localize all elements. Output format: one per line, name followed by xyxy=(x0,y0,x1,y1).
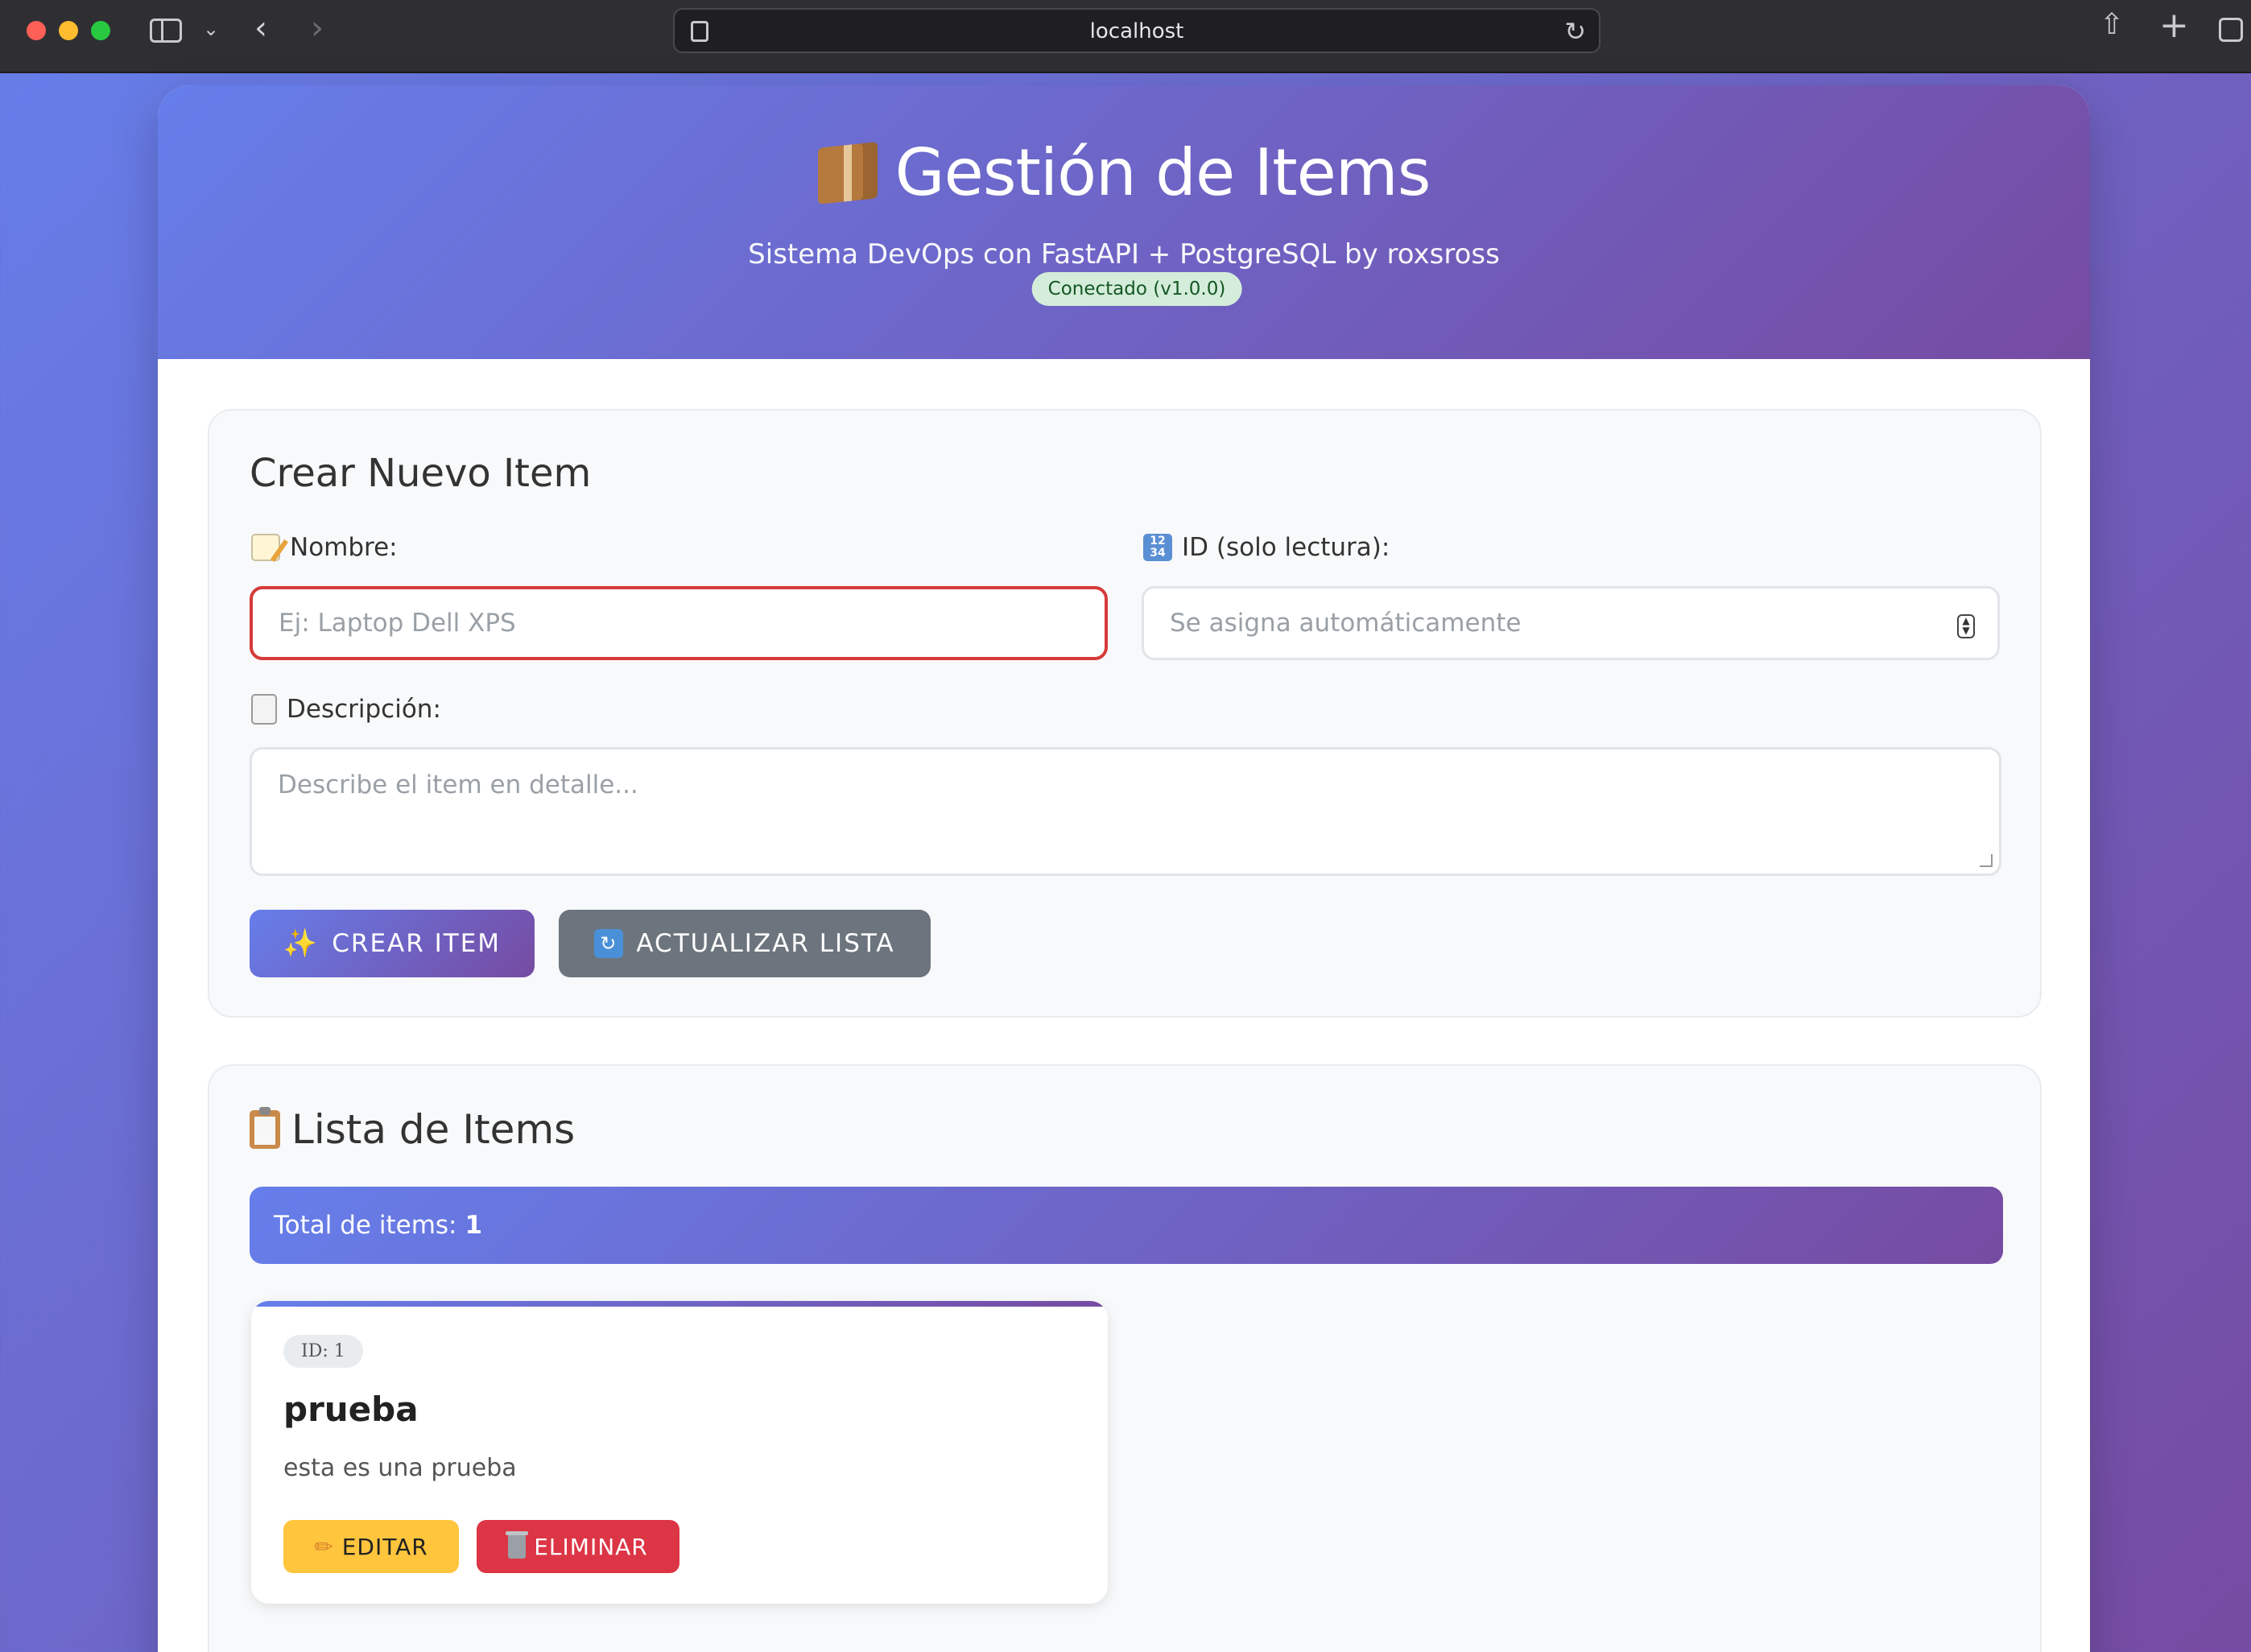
url-text: localhost xyxy=(1089,19,1184,43)
resize-handle-icon[interactable] xyxy=(1980,854,1993,867)
stepper-icon[interactable]: ▲ ▼ xyxy=(1957,614,1975,638)
create-item-section: Crear Nuevo Item Nombre: Ej: Laptop Dell… xyxy=(208,409,2042,1018)
name-label: Nombre: xyxy=(251,533,398,562)
item-name: prueba xyxy=(283,1390,419,1429)
edit-item-button[interactable]: ✏ EDITAR xyxy=(283,1520,459,1573)
total-items-bar: Total de items: 1 xyxy=(250,1187,2003,1264)
description-label: Descripción: xyxy=(251,694,441,725)
description-placeholder: Describe el item en detalle... xyxy=(278,770,638,799)
total-items-label: Total de items: xyxy=(274,1211,457,1240)
description-textarea[interactable]: Describe el item en detalle... xyxy=(250,747,2001,876)
close-window-button[interactable] xyxy=(27,21,46,40)
clipboard-icon xyxy=(250,1107,280,1149)
delete-label: ELIMINAR xyxy=(534,1533,648,1560)
name-input[interactable]: Ej: Laptop Dell XPS xyxy=(250,586,1108,660)
memo-icon xyxy=(251,534,280,561)
list-heading: Lista de Items xyxy=(250,1106,575,1153)
name-placeholder: Ej: Laptop Dell XPS xyxy=(279,609,516,638)
create-item-label: CREAR ITEM xyxy=(332,929,502,958)
numbers-icon: 12 34 xyxy=(1143,534,1172,561)
new-tab-icon[interactable]: + xyxy=(2159,5,2189,46)
status-badge: Conectado (v1.0.0) xyxy=(1031,272,1242,306)
edit-label: EDITAR xyxy=(341,1533,428,1560)
zoom-window-button[interactable] xyxy=(91,21,110,40)
item-description: esta es una prueba xyxy=(283,1454,517,1482)
list-heading-text: Lista de Items xyxy=(291,1106,576,1153)
name-label-text: Nombre: xyxy=(290,533,398,562)
forward-icon[interactable]: › xyxy=(311,10,324,47)
trash-icon xyxy=(506,1531,529,1559)
reload-icon[interactable]: ↻ xyxy=(1564,16,1586,47)
refresh-list-label: ACTUALIZAR LISTA xyxy=(636,929,895,958)
item-card: ID: 1 prueba esta es una prueba ✏ EDITAR… xyxy=(251,1301,1108,1604)
sidebar-toggle-icon[interactable] xyxy=(150,19,182,43)
description-label-text: Descripción: xyxy=(287,695,441,724)
id-label: 12 34 ID (solo lectura): xyxy=(1143,533,1390,562)
page-title: Gestión de Items xyxy=(894,135,1431,210)
tab-overview-icon[interactable] xyxy=(2219,18,2243,42)
package-icon xyxy=(817,141,878,204)
title-row: Gestión de Items xyxy=(158,135,2090,210)
id-label-text: ID (solo lectura): xyxy=(1182,533,1390,562)
back-icon[interactable]: ‹ xyxy=(254,10,267,47)
minimize-window-button[interactable] xyxy=(59,21,78,40)
document-icon xyxy=(251,694,277,725)
id-placeholder: Se asigna automáticamente xyxy=(1170,609,1522,638)
refresh-list-button[interactable]: ↻ ACTUALIZAR LISTA xyxy=(559,910,931,977)
address-bar[interactable]: localhost ↻ xyxy=(673,8,1600,53)
chevron-down-icon[interactable]: ⌄ xyxy=(203,18,219,40)
total-items-count: 1 xyxy=(465,1211,483,1240)
delete-item-button[interactable]: ELIMINAR xyxy=(477,1520,679,1573)
page-subtitle: Sistema DevOps con FastAPI + PostgreSQL … xyxy=(748,238,1500,271)
form-heading: Crear Nuevo Item xyxy=(250,451,592,496)
refresh-icon: ↻ xyxy=(594,929,624,958)
share-icon[interactable]: ⇧ xyxy=(2100,8,2124,41)
id-input[interactable]: Se asigna automáticamente ▲ ▼ xyxy=(1142,586,2000,660)
pencil-icon: ✏ xyxy=(314,1533,334,1560)
app-header: Gestión de Items xyxy=(158,85,2090,359)
create-item-button[interactable]: ✨ CREAR ITEM xyxy=(250,910,535,977)
browser-toolbar: ⌄ ‹ › localhost ↻ ⇧ + xyxy=(0,0,2251,73)
sparkles-icon: ✨ xyxy=(283,927,320,960)
item-id-badge: ID: 1 xyxy=(283,1335,363,1368)
